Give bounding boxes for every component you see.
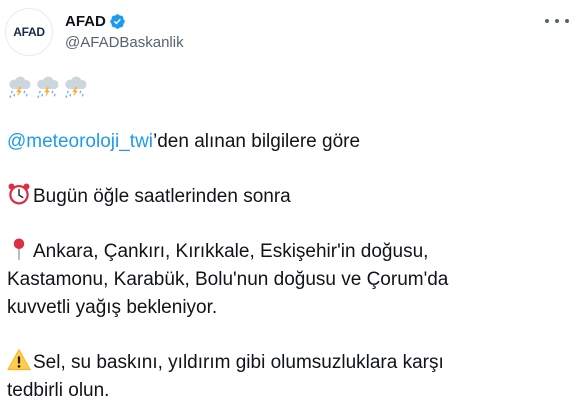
cloud-with-lightning-and-rain-icon: [37, 76, 59, 98]
cloud-with-lightning-and-rain-icon: [9, 76, 31, 98]
tweet-text: Sel, su baskını, yıldırım gibi olumsuzlu…: [33, 352, 444, 373]
mention-link[interactable]: @meteoroloji_twi: [7, 131, 153, 152]
display-name[interactable]: AFAD: [65, 13, 106, 30]
user-handle[interactable]: @AFADBaskanlik: [65, 32, 184, 54]
tweet-body: @meteoroloji_twi’den alınan bilgilere gö…: [7, 68, 567, 405]
tweet-line-time: Bugün öğle saatlerinden sonra: [7, 182, 567, 211]
tweet-text: Ankara, Çankırı, Kırıkkale, Eskişehir'in…: [33, 241, 429, 262]
cloud-with-lightning-and-rain-icon: [65, 76, 87, 98]
tweet-header: AFAD @AFADBaskanlik: [65, 10, 184, 54]
more-dot: [555, 19, 559, 23]
more-dot: [545, 19, 549, 23]
tweet-text: Bugün öğle saatlerinden sonra: [33, 186, 291, 207]
tweet-line-locations: Ankara, Çankırı, Kırıkkale, Eskişehir'in…: [7, 237, 567, 266]
storm-emoji-row: [7, 68, 567, 106]
tweet-line-warning: Sel, su baskını, yıldırım gibi olumsuzlu…: [7, 348, 567, 377]
more-dot: [565, 19, 569, 23]
more-options-button[interactable]: [545, 14, 569, 28]
warning-icon: [7, 349, 31, 371]
round-pushpin-icon: [13, 238, 25, 261]
tweet-line: Kastamonu, Karabük, Bolu'nun doğusu ve Ç…: [7, 269, 449, 290]
tweet-line-source: @meteoroloji_twi’den alınan bilgilere gö…: [7, 128, 567, 156]
tweet-card: AFAD AFAD @AFADBaskanlik @meteoroloji_tw…: [0, 0, 583, 415]
name-row: AFAD: [65, 10, 184, 32]
alarm-clock-icon: [8, 183, 30, 205]
avatar-logo-text: AFAD: [13, 25, 45, 39]
tweet-line: tedbirli olun.: [7, 380, 110, 401]
verified-badge-icon: [110, 13, 125, 29]
tweet-line: kuvvetli yağış bekleniyor.: [7, 297, 218, 318]
avatar[interactable]: AFAD: [5, 8, 53, 56]
tweet-text: ’den alınan bilgilere göre: [153, 131, 361, 152]
